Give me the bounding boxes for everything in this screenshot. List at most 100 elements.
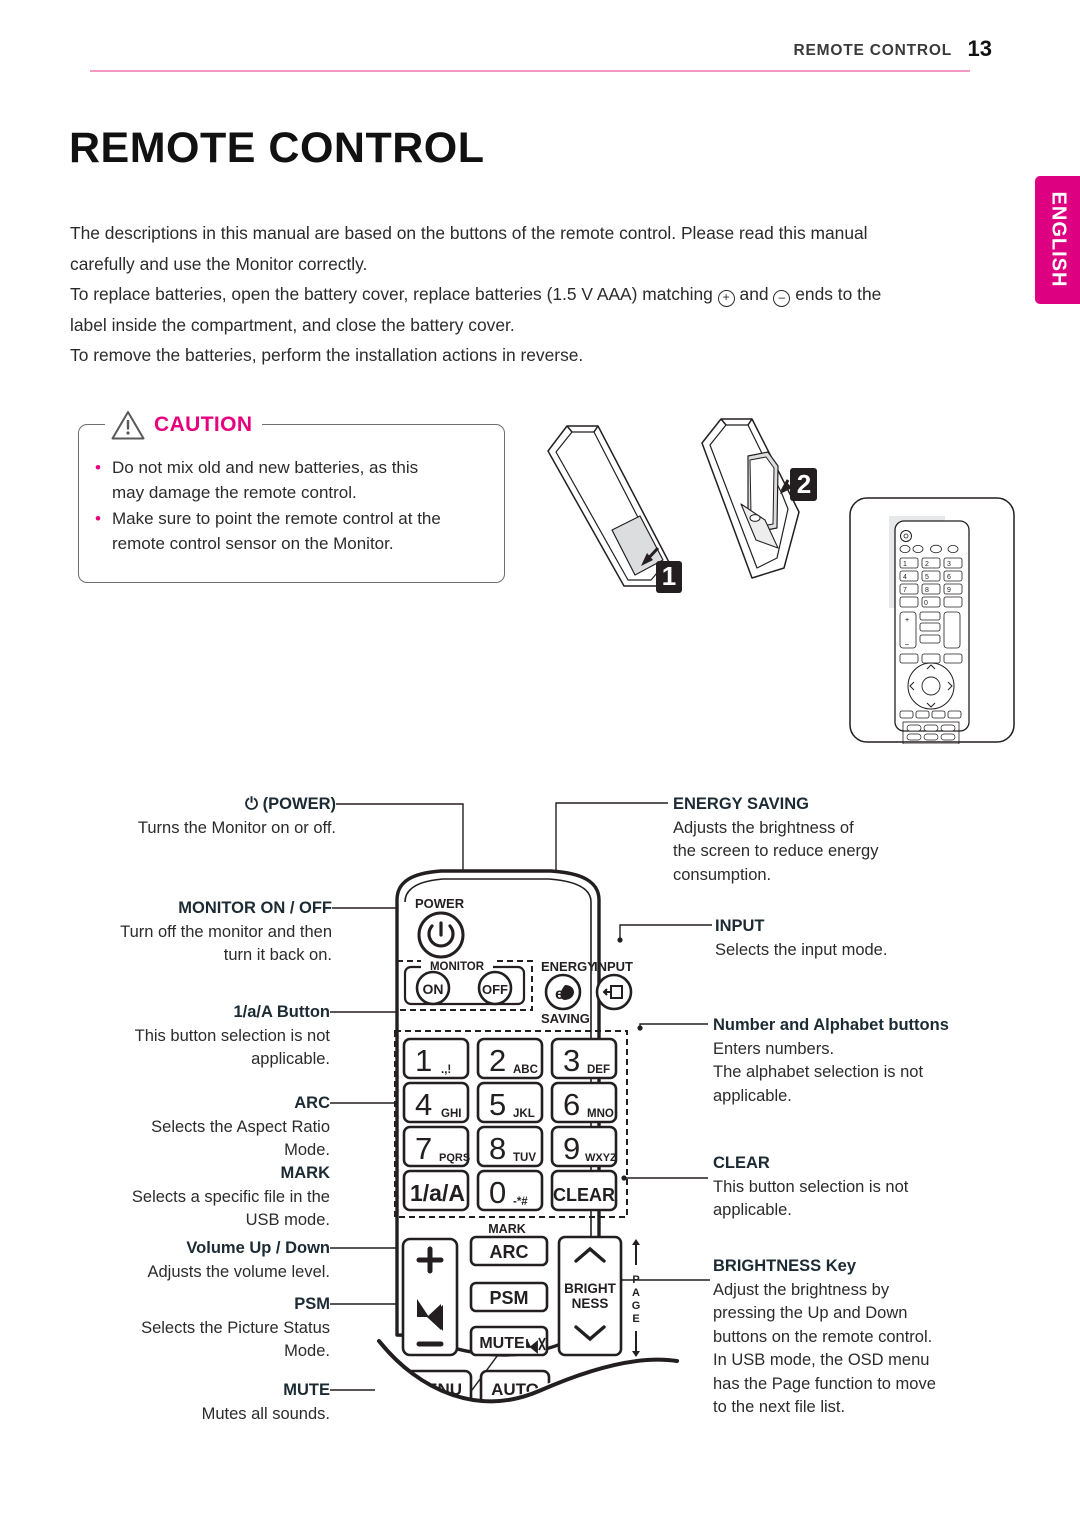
key-5-letters: JKL xyxy=(513,1108,535,1120)
callout-psm-line-1: Selects the Picture Status xyxy=(141,1318,330,1337)
callout-volume: Volume Up / Down Adjusts the volume leve… xyxy=(60,1237,330,1284)
key-1-letters: .,! xyxy=(441,1064,451,1076)
mute-button-label: MUTE xyxy=(479,1335,525,1352)
key-7-digit: 7 xyxy=(415,1131,432,1166)
callout-clear-line-1: This button selection is not xyxy=(713,1177,909,1196)
key-8-letters: TUV xyxy=(513,1152,536,1164)
caution-item: • Do not mix old and new batteries, as t… xyxy=(95,455,495,505)
callout-input-title: INPUT xyxy=(715,917,765,935)
callout-brightness-line-5: has the Page function to move xyxy=(713,1374,936,1393)
callout-volume-line-1: Adjusts the volume level. xyxy=(147,1262,330,1281)
battery-replacement-illustration: 1 2 xyxy=(547,418,817,593)
caution-item-2-line-2: remote control sensor on the Monitor. xyxy=(112,534,394,553)
caution-items: • Do not mix old and new batteries, as t… xyxy=(95,455,495,557)
monitor-off-label: OFF xyxy=(482,982,508,997)
key-1-digit: 1 xyxy=(415,1043,432,1078)
caution-item: • Make sure to point the remote control … xyxy=(95,506,495,556)
intro-line-3b: and xyxy=(739,284,769,304)
svg-text:9: 9 xyxy=(947,587,951,594)
key-0-letters: -*# xyxy=(513,1196,528,1208)
callout-volume-title: Volume Up / Down xyxy=(186,1239,330,1257)
svg-text:5: 5 xyxy=(925,574,929,581)
key-4-letters: GHI xyxy=(441,1108,461,1120)
svg-text:7: 7 xyxy=(903,587,907,594)
key-1aA-label: 1/a/A xyxy=(410,1180,465,1206)
brightness-label-line2: NESS xyxy=(572,1296,609,1311)
callout-arc-title: ARC xyxy=(294,1094,330,1112)
header-page-number: 13 xyxy=(967,36,992,61)
arc-button-label: ARC xyxy=(490,1242,529,1262)
key-3-digit: 3 xyxy=(563,1043,580,1078)
remote-overview-illustration: 1 2 3 4 5 6 7 8 9 0 + – xyxy=(849,497,1015,744)
callout-brightness-line-3: buttons on the remote control. xyxy=(713,1327,933,1346)
svg-text:A: A xyxy=(632,1287,640,1299)
key-clear-label: CLEAR xyxy=(553,1185,615,1205)
callout-arc-line-1: Selects the Aspect Ratio xyxy=(151,1117,330,1136)
key-8-digit: 8 xyxy=(489,1131,506,1166)
intro-line-1: The descriptions in this manual are base… xyxy=(70,223,868,243)
key-7-letters: PQRS xyxy=(439,1152,470,1164)
callout-number-line-2: The alphabet selection is not xyxy=(713,1063,924,1081)
intro-line-5: To remove the batteries, perform the ins… xyxy=(70,345,584,365)
page-header: REMOTE CONTROL 13 xyxy=(0,0,1080,80)
key-6-letters: MNO xyxy=(587,1108,614,1120)
key-2-digit: 2 xyxy=(489,1043,506,1078)
warning-triangle-icon xyxy=(111,411,145,440)
intro-line-3c: ends to the xyxy=(795,284,882,304)
key-6-digit: 6 xyxy=(563,1087,580,1122)
minus-polarity-icon: – xyxy=(773,290,791,307)
callout-brightness-line-2: pressing the Up and Down xyxy=(713,1304,908,1322)
callout-mute: MUTE Mutes all sounds. xyxy=(60,1379,330,1426)
svg-text:4: 4 xyxy=(903,574,907,581)
psm-button-label: PSM xyxy=(489,1288,528,1308)
callout-monitor-on-off: MONITOR ON / OFF Turn off the monitor an… xyxy=(60,897,332,968)
intro-line-3: To replace batteries, open the battery c… xyxy=(70,279,950,310)
svg-text:+: + xyxy=(905,617,909,624)
intro-line-3a: To replace batteries, open the battery c… xyxy=(70,284,713,304)
page-indicator: P A G E xyxy=(632,1239,641,1357)
callout-power: ⏻ (POWER) Turns the Monitor on or off. xyxy=(60,793,336,840)
callout-arc: ARC Selects the Aspect Ratio Mode. xyxy=(60,1092,330,1163)
callout-mark-line-1: Selects a specific file in the xyxy=(131,1187,330,1206)
callout-monitor-line-2: turn it back on. xyxy=(223,946,332,964)
callout-brightness-title: BRIGHTNESS Key xyxy=(713,1257,857,1275)
header-rule xyxy=(90,70,970,72)
callout-psm-title: PSM xyxy=(294,1295,330,1313)
callout-brightness-line-4: In USB mode, the OSD menu xyxy=(713,1351,930,1369)
key-4-digit: 4 xyxy=(415,1087,432,1122)
callout-energy-line-3: consumption. xyxy=(673,865,772,884)
battery-step-2-label: 2 xyxy=(797,469,811,499)
callout-number-alphabet: Number and Alphabet buttons Enters numbe… xyxy=(713,1014,1033,1108)
intro-line-4: label inside the compartment, and close … xyxy=(70,314,515,335)
callout-number-title: Number and Alphabet buttons xyxy=(713,1016,949,1034)
key-9-digit: 9 xyxy=(563,1131,580,1166)
callout-mark-line-2: USB mode. xyxy=(245,1211,330,1229)
key-2-letters: ABC xyxy=(513,1064,538,1076)
svg-text:2: 2 xyxy=(925,561,929,568)
key-5-digit: 5 xyxy=(489,1087,506,1122)
callout-energy-title: ENERGY SAVING xyxy=(673,795,810,813)
callout-clear-line-2: applicable. xyxy=(713,1201,792,1219)
callout-psm: PSM Selects the Picture Status Mode. xyxy=(60,1293,330,1364)
callout-energy-line-2: the screen to reduce energy xyxy=(673,842,879,860)
page-title: REMOTE CONTROL xyxy=(69,124,485,172)
input-label: INPUT xyxy=(594,959,633,974)
svg-text:3: 3 xyxy=(947,561,951,568)
callout-power-line-1: Turns the Monitor on or off. xyxy=(137,818,336,837)
callout-power-title: ⏻ (POWER) xyxy=(245,795,336,813)
monitor-label: MONITOR xyxy=(430,961,485,973)
callout-clear: CLEAR This button selection is not appli… xyxy=(713,1152,1023,1223)
caution-header: CAUTION xyxy=(105,408,263,442)
callout-monitor-line-1: Turn off the monitor and then xyxy=(120,922,332,941)
plus-polarity-icon: + xyxy=(717,290,735,307)
callout-number-line-3: applicable. xyxy=(713,1086,792,1105)
svg-text:G: G xyxy=(632,1300,641,1312)
callout-brightness: BRIGHTNESS Key Adjust the brightness by … xyxy=(713,1255,1033,1420)
key-0-digit: 0 xyxy=(489,1175,506,1210)
callout-input-line-1: Selects the input mode. xyxy=(715,940,888,959)
callout-1aA-line-1: This button selection is not xyxy=(134,1026,330,1045)
callout-1aA-button: 1/a/A Button This button selection is no… xyxy=(60,1001,330,1072)
caution-title: CAUTION xyxy=(154,413,253,436)
brightness-label-line1: BRIGHT xyxy=(564,1281,616,1296)
callout-brightness-line-6: to the next file list. xyxy=(713,1398,846,1416)
